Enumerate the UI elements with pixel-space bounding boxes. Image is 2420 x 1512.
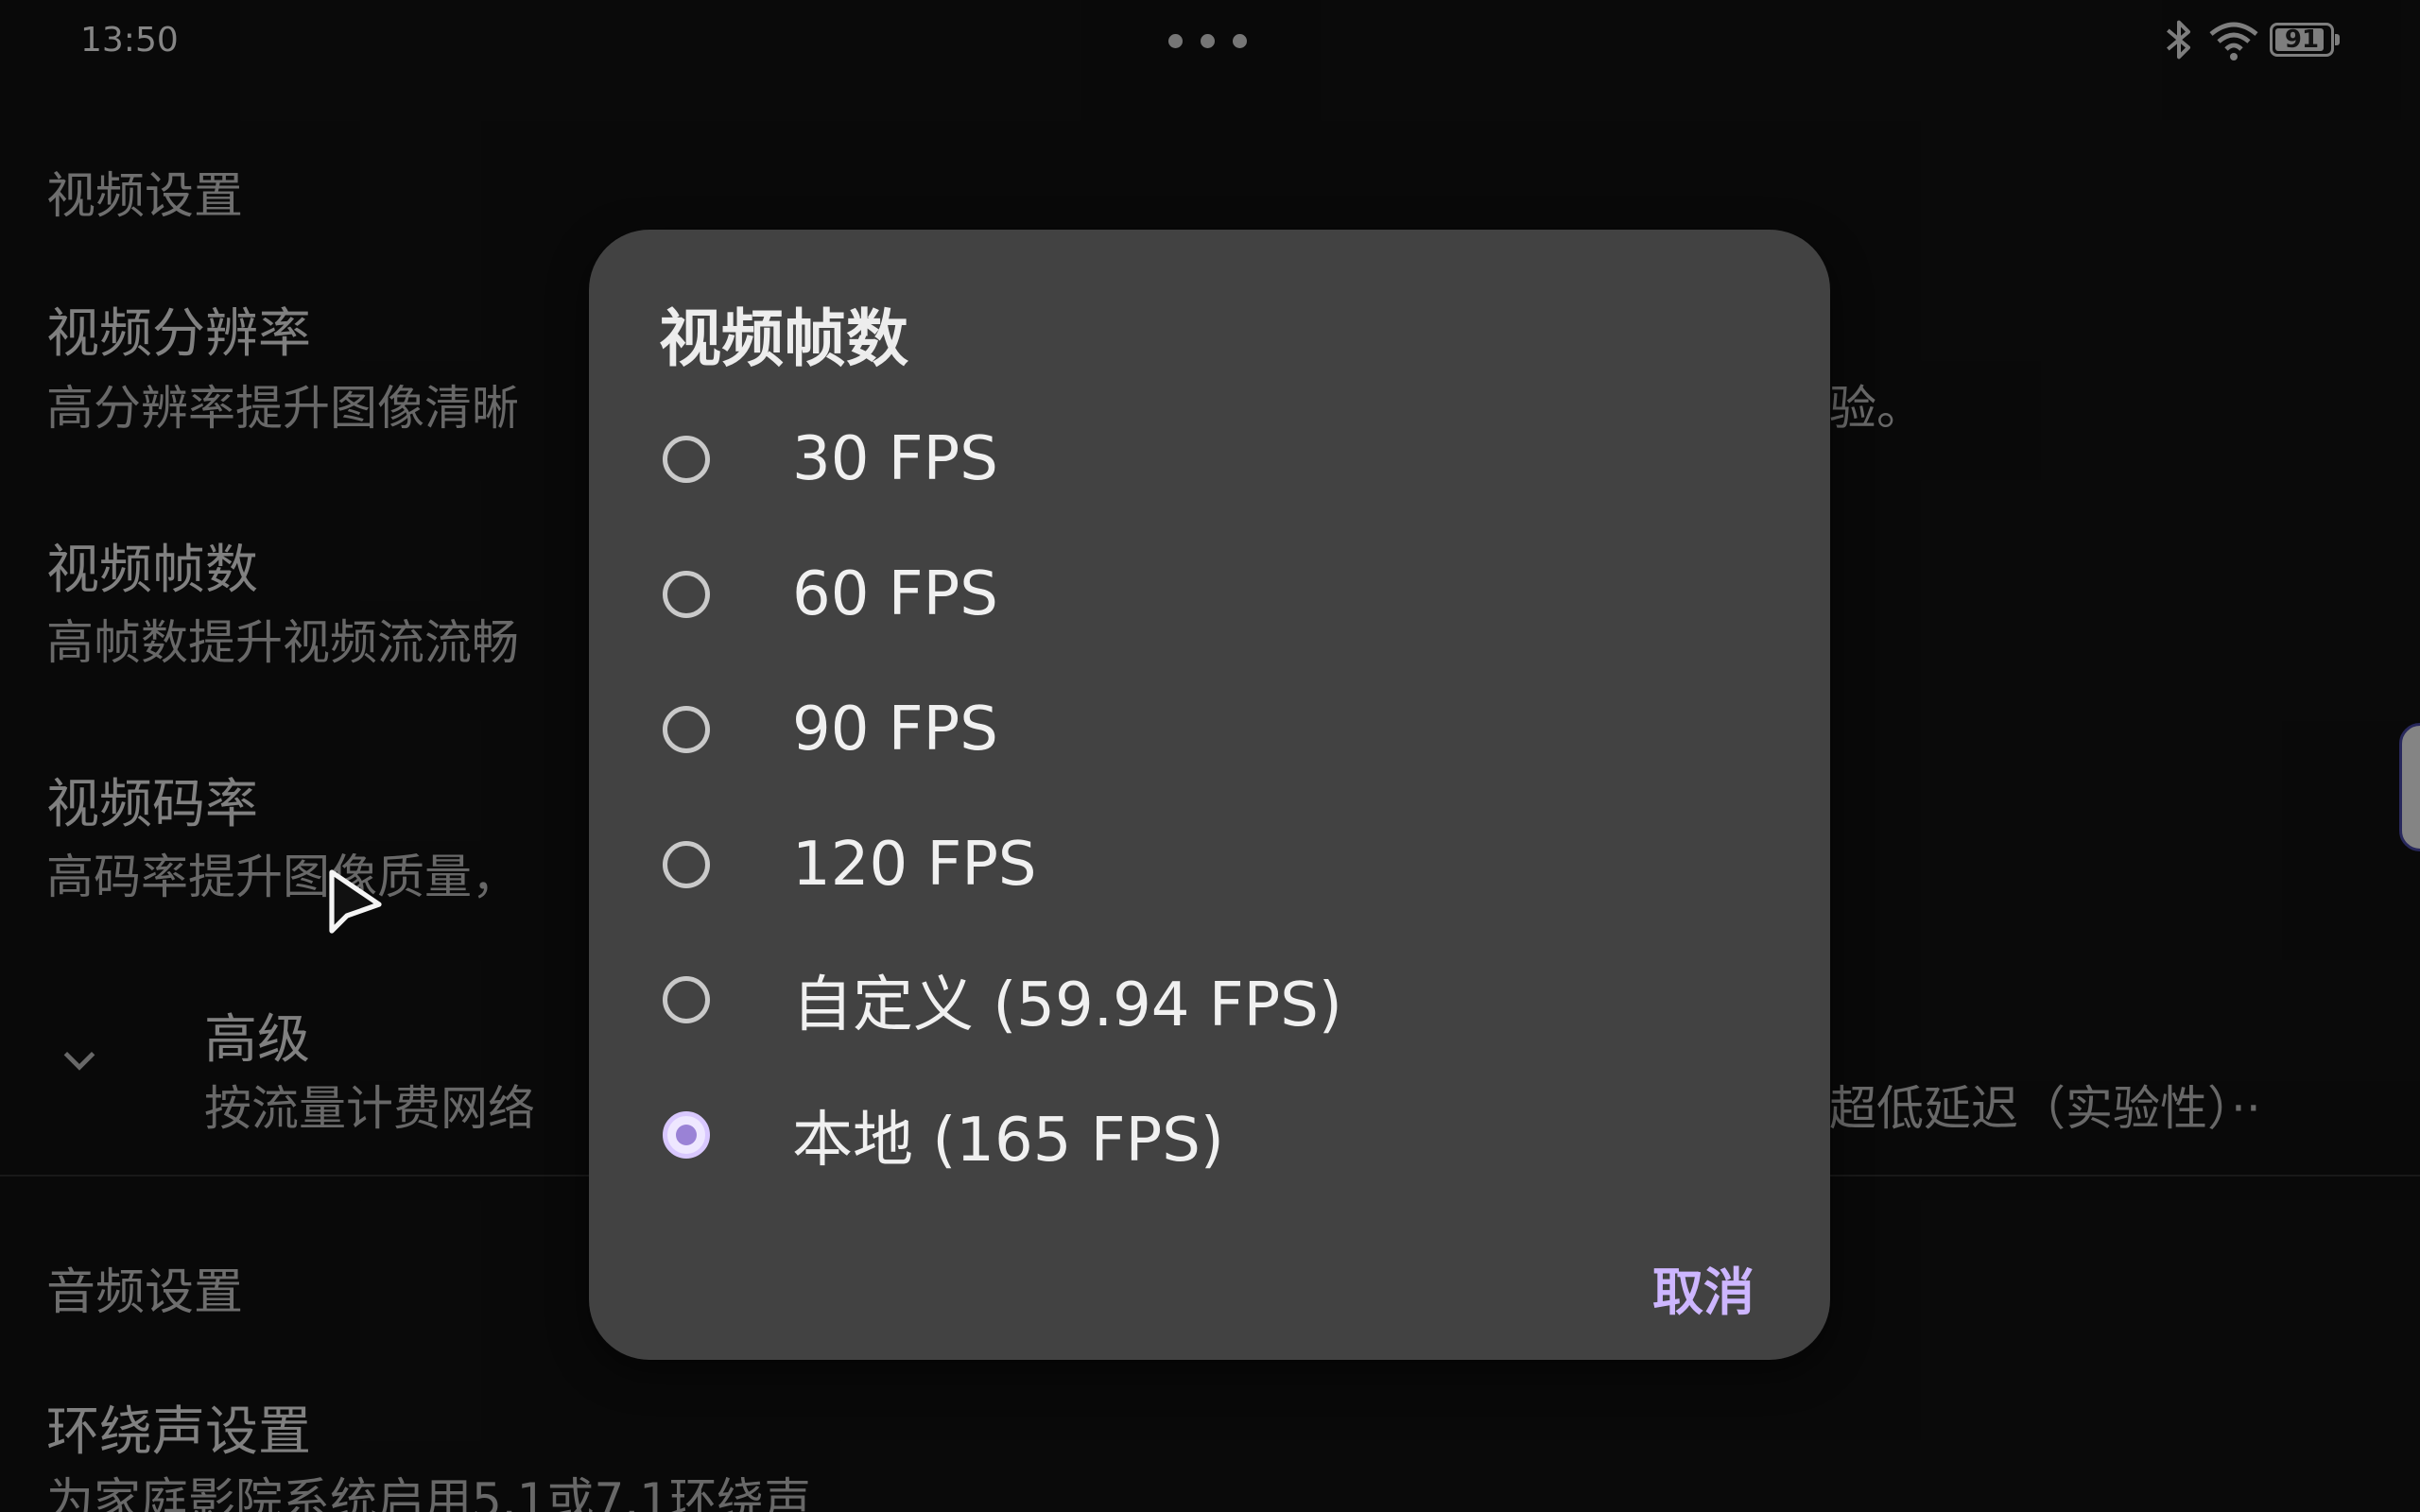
- option-120fps[interactable]: 120 FPS: [589, 803, 1830, 926]
- option-60fps[interactable]: 60 FPS: [589, 533, 1830, 656]
- option-90fps[interactable]: 90 FPS: [589, 668, 1830, 791]
- option-label: 30 FPS: [792, 424, 998, 494]
- radio-button[interactable]: [663, 976, 710, 1023]
- option-label: 本地 (165 FPS): [792, 1106, 1224, 1176]
- option-30fps[interactable]: 30 FPS: [589, 398, 1830, 521]
- cancel-button[interactable]: 取消: [1652, 1250, 1754, 1325]
- option-label: 自定义 (59.94 FPS): [792, 971, 1342, 1040]
- option-custom[interactable]: 自定义 (59.94 FPS): [589, 938, 1830, 1061]
- battery-level: 91: [2284, 26, 2320, 54]
- radio-button[interactable]: [663, 571, 710, 618]
- option-label: 120 FPS: [792, 830, 1037, 900]
- option-native[interactable]: 本地 (165 FPS): [589, 1074, 1830, 1196]
- radio-button-selected[interactable]: [663, 1111, 710, 1159]
- dialog-title: 视频帧数: [659, 302, 908, 375]
- radio-button[interactable]: [663, 841, 710, 888]
- radio-button[interactable]: [663, 436, 710, 483]
- radio-button[interactable]: [663, 706, 710, 753]
- option-label: 90 FPS: [792, 695, 998, 765]
- screen: 13:50 91 视频设置 视频分辨率 高分辨率提升图像清晰 验。 视频帧数 高…: [0, 0, 2420, 1512]
- mouse-cursor-icon: [329, 869, 382, 934]
- framerate-dialog: 视频帧数 30 FPS 60 FPS 90 FPS 120 FPS 自定义 (5…: [589, 230, 1830, 1360]
- option-label: 60 FPS: [792, 559, 998, 629]
